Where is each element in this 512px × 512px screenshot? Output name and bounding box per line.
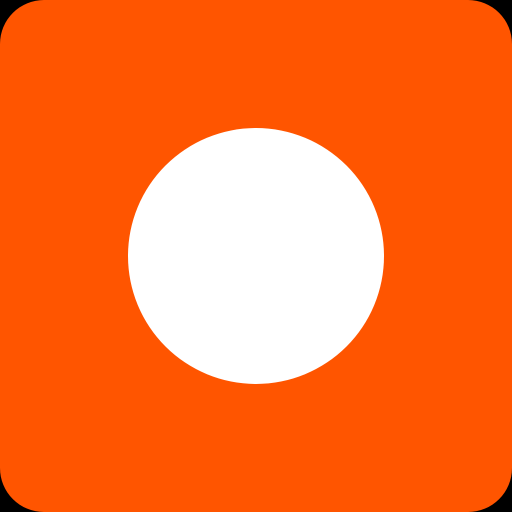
screen [0, 0, 512, 512]
record-icon [128, 128, 384, 384]
app-icon-tile[interactable] [0, 0, 512, 512]
